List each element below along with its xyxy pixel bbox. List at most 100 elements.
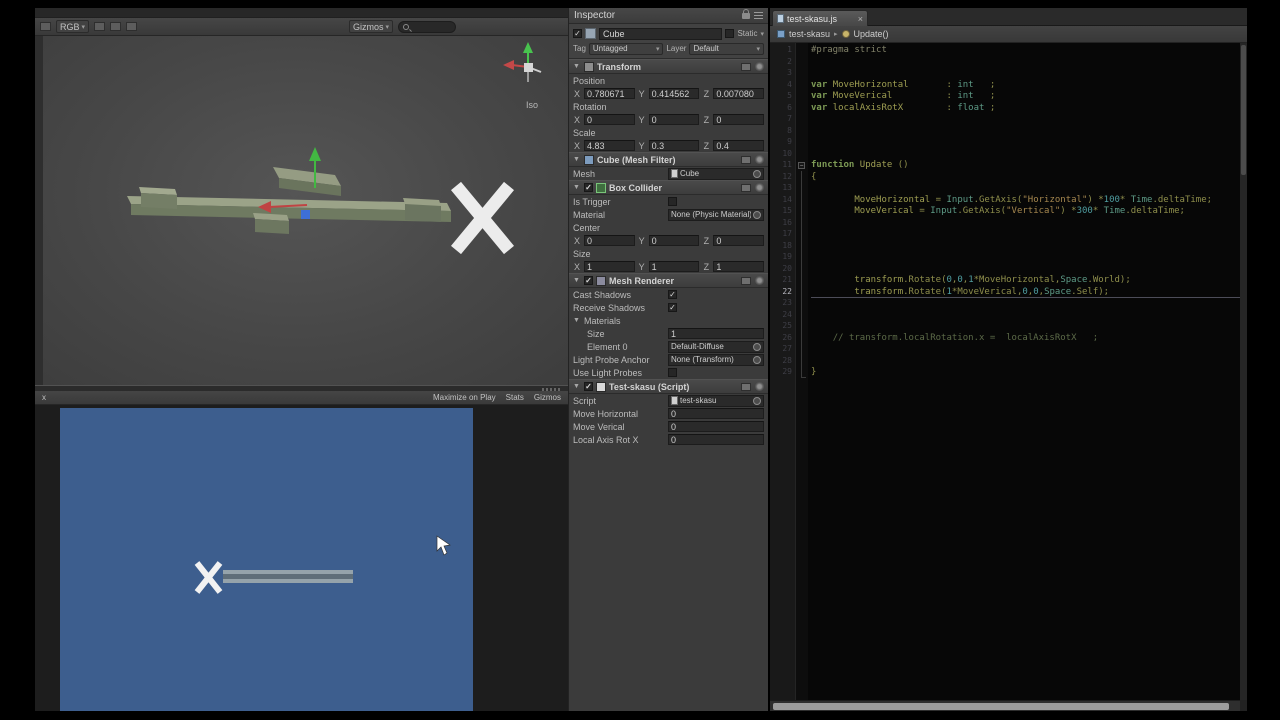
object-picker-icon[interactable]	[753, 210, 761, 219]
code-line-4[interactable]: var MoveHorizontal : int ;	[811, 80, 1240, 92]
static-dropdown-icon[interactable]: ▾	[760, 30, 764, 38]
foldout-icon[interactable]: ▼	[573, 156, 581, 163]
foldout-icon[interactable]: ▼	[573, 184, 581, 191]
element0-field[interactable]: Default-Diffuse	[668, 340, 764, 353]
draw-mode-icon[interactable]	[40, 22, 51, 31]
menu-icon[interactable]	[754, 12, 763, 19]
light-probe-anchor-field[interactable]: None (Transform)	[668, 353, 764, 366]
move-verical-field[interactable]: 0	[668, 421, 764, 432]
code-line-13[interactable]	[811, 183, 1240, 195]
code-line-12[interactable]: {	[811, 172, 1240, 184]
code-line-25[interactable]	[811, 321, 1240, 333]
code-line-11[interactable]: function Update ()	[811, 160, 1240, 172]
size-x-field[interactable]: 1	[584, 261, 635, 272]
editor-tab[interactable]: test-skasu.js ×	[772, 10, 868, 26]
render-mode-dropdown[interactable]: RGB ▾	[56, 20, 90, 33]
receive-shadows-checkbox[interactable]: ✓	[668, 303, 677, 312]
object-picker-icon[interactable]	[753, 169, 761, 178]
lock-icon[interactable]	[742, 8, 750, 19]
use-light-probes-checkbox[interactable]	[668, 368, 677, 377]
gameobject-name-field[interactable]: Cube	[599, 27, 723, 40]
object-picker-icon[interactable]	[753, 342, 761, 351]
scene-2d-toggle-icon[interactable]	[94, 22, 106, 31]
static-checkbox[interactable]	[725, 29, 735, 38]
code-line-23[interactable]	[811, 298, 1240, 310]
code-line-17[interactable]	[811, 229, 1240, 241]
vertical-scrollbar[interactable]	[1240, 43, 1247, 700]
fold-collapse-icon[interactable]: −	[798, 162, 805, 169]
scale-y-field[interactable]: 0.3	[648, 140, 700, 151]
scale-z-field[interactable]: 0.4	[713, 140, 765, 151]
vertical-scrollbar-thumb[interactable]	[1241, 45, 1246, 175]
settings-gear-icon[interactable]	[755, 62, 764, 71]
gizmo-z-handle[interactable]	[301, 210, 310, 219]
code-line-6[interactable]: var localAxisRotX : float ;	[811, 103, 1240, 115]
code-line-2[interactable]	[811, 57, 1240, 69]
center-y-field[interactable]: 0	[648, 235, 700, 246]
settings-gear-icon[interactable]	[755, 155, 764, 164]
iso-perspective-label[interactable]: Iso	[526, 100, 538, 110]
help-icon[interactable]	[741, 183, 751, 192]
code-line-7[interactable]	[811, 114, 1240, 126]
position-y-field[interactable]: 0.414562	[648, 88, 700, 99]
bottom-block-front[interactable]	[255, 219, 289, 234]
scene-audio-toggle-icon[interactable]	[126, 22, 138, 31]
code-line-14[interactable]: MoveHorizontal = Input.GetAxis("Horizont…	[811, 195, 1240, 207]
component-enabled-checkbox[interactable]: ✓	[584, 382, 593, 391]
breadcrumb-member[interactable]: Update()	[854, 29, 889, 39]
code-line-20[interactable]	[811, 264, 1240, 276]
game-gizmos-button[interactable]: Gizmos	[534, 393, 561, 402]
code-area[interactable]: 1 2 3 4 5 6 7 8 9 10 11 12 13 14 15 16 17 18 19 20 21 22 23 24 2…	[770, 43, 1240, 700]
is-trigger-checkbox[interactable]	[668, 197, 677, 206]
mesh-renderer-header[interactable]: ▼ ✓ Mesh Renderer	[569, 273, 768, 288]
rotation-y-field[interactable]: 0	[648, 114, 700, 125]
rotation-x-field[interactable]: 0	[584, 114, 635, 125]
object-picker-icon[interactable]	[753, 355, 761, 364]
code-line-26[interactable]: // transform.localRotation.x = localAxis…	[811, 333, 1240, 345]
code-line-22[interactable]: transform.Rotate(1*MoveVerical,0,0,Space…	[811, 287, 1240, 299]
tag-dropdown[interactable]: Untagged ▾	[588, 42, 664, 55]
help-icon[interactable]	[741, 62, 751, 71]
code-line-29[interactable]: }	[811, 367, 1240, 379]
size-y-field[interactable]: 1	[648, 261, 700, 272]
component-enabled-checkbox[interactable]: ✓	[584, 276, 593, 285]
game-tab-close[interactable]: x	[42, 393, 46, 402]
mesh-object-field[interactable]: Cube	[668, 167, 764, 180]
settings-gear-icon[interactable]	[755, 183, 764, 192]
materials-size-field[interactable]: 1	[668, 328, 764, 339]
code-line-10[interactable]	[811, 149, 1240, 161]
scale-x-field[interactable]: 4.83	[584, 140, 635, 151]
center-z-field[interactable]: 0	[713, 235, 765, 246]
code-line-24[interactable]	[811, 310, 1240, 322]
scene-viewport[interactable]: Iso	[43, 36, 568, 385]
position-x-field[interactable]: 0.780671	[584, 88, 635, 99]
game-screen[interactable]	[60, 408, 473, 711]
code-line-18[interactable]	[811, 241, 1240, 253]
code-line-15[interactable]: MoveVerical = Input.GetAxis("Vertical") …	[811, 206, 1240, 218]
code-line-8[interactable]	[811, 126, 1240, 138]
layer-dropdown[interactable]: Default ▾	[689, 42, 765, 55]
code-line-16[interactable]	[811, 218, 1240, 230]
foldout-icon[interactable]: ▼	[573, 277, 581, 284]
gizmo-y-arrowhead[interactable]	[309, 147, 321, 161]
size-z-field[interactable]: 1	[713, 261, 765, 272]
cast-shadows-checkbox[interactable]: ✓	[668, 290, 677, 299]
orientation-x-cone[interactable]	[503, 60, 514, 70]
scene-search-input[interactable]	[398, 20, 456, 33]
breadcrumb-file[interactable]: test-skasu	[789, 29, 830, 39]
right-block-front[interactable]	[405, 204, 441, 222]
scene-lighting-toggle-icon[interactable]	[110, 22, 122, 31]
component-enabled-checkbox[interactable]: ✓	[584, 183, 593, 192]
script-header[interactable]: ▼ ✓ Test-skasu (Script)	[569, 379, 768, 394]
tab-close-icon[interactable]: ×	[858, 14, 863, 24]
settings-gear-icon[interactable]	[755, 382, 764, 391]
horizontal-scrollbar-thumb[interactable]	[773, 703, 1229, 710]
move-horizontal-field[interactable]: 0	[668, 408, 764, 419]
active-checkbox[interactable]: ✓	[573, 29, 582, 38]
horizontal-scrollbar[interactable]	[770, 700, 1240, 711]
foldout-icon[interactable]: ▼	[573, 383, 581, 390]
foldout-icon[interactable]: ▼	[573, 63, 581, 70]
box-collider-header[interactable]: ▼ ✓ Box Collider	[569, 180, 768, 195]
mesh-filter-header[interactable]: ▼ Cube (Mesh Filter)	[569, 152, 768, 167]
local-axis-rot-x-field[interactable]: 0	[668, 434, 764, 445]
